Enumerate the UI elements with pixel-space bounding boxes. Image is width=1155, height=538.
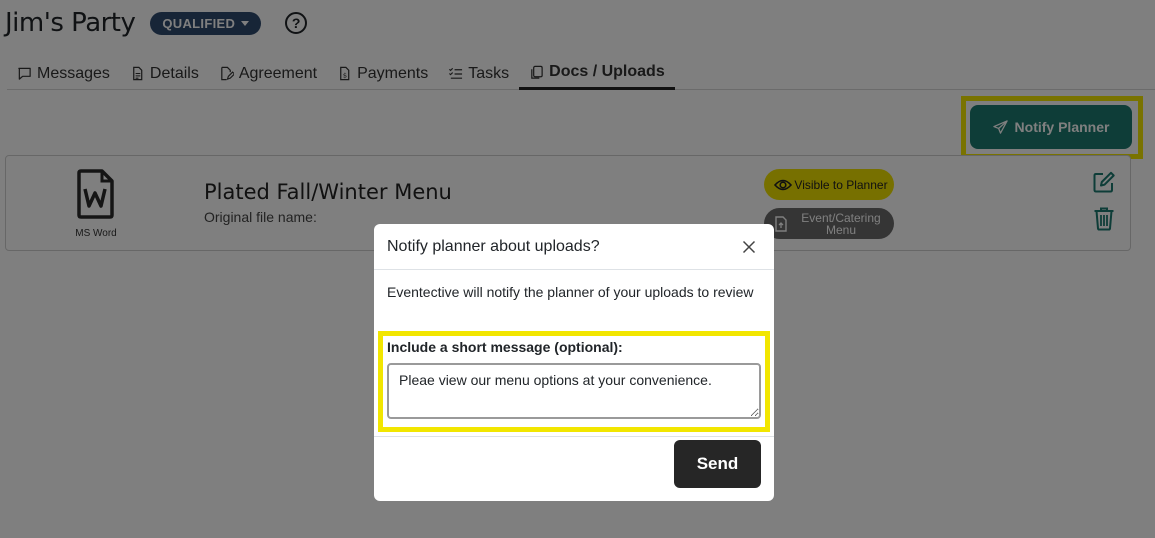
notify-planner-modal: Notify planner about uploads? Eventectiv… <box>374 224 774 501</box>
send-button[interactable]: Send <box>674 440 761 488</box>
modal-footer-divider <box>374 436 774 437</box>
message-textarea[interactable] <box>387 363 761 419</box>
modal-title: Notify planner about uploads? <box>387 237 600 255</box>
message-label: Include a short message (optional): <box>387 339 623 355</box>
modal-header: Notify planner about uploads? <box>374 224 774 270</box>
close-icon[interactable] <box>742 240 756 254</box>
modal-description: Eventective will notify the planner of y… <box>387 284 754 300</box>
